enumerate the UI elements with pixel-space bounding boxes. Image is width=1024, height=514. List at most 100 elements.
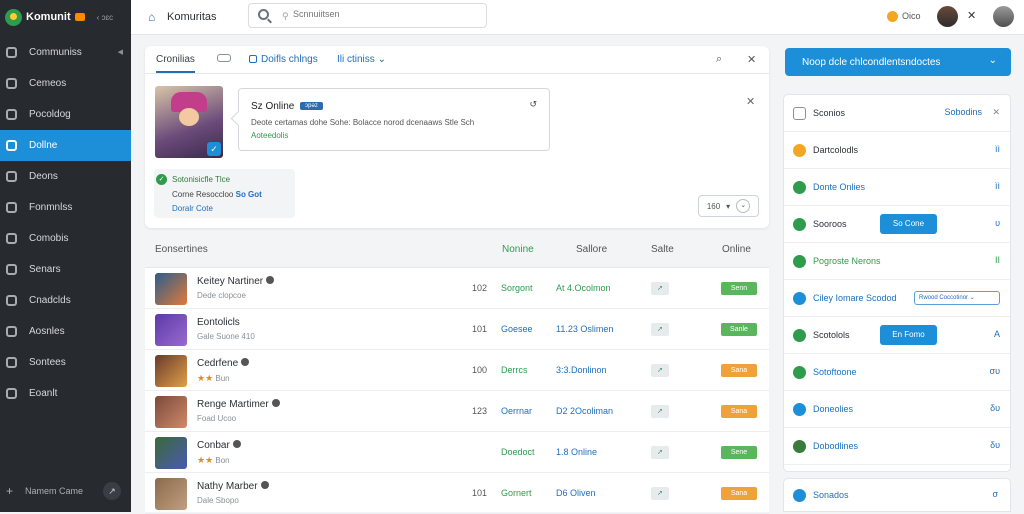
table-row[interactable]: Renge Martimer Foad Ucoo 123 Oerrnar D2 2Oco… [145,391,769,432]
right-row-action[interactable]: συ [990,366,1000,376]
avatar-secondary[interactable] [993,6,1014,27]
search-icon[interactable]: ⌕ [716,53,722,66]
member-name[interactable]: Conbar [197,440,241,451]
plus-icon[interactable]: + [6,484,13,498]
table-row[interactable]: Conbar ★★ Bon Doedoct 1.8 Online ➚ Sene [145,432,769,473]
status-pill[interactable]: Sana [721,405,757,418]
right-panel-row[interactable]: Sconios Sobodins ✕ [784,95,1010,132]
tab-chip[interactable] [217,54,231,65]
brand[interactable]: Komunit ‹ ɔɛc [0,0,131,34]
right-row-action[interactable]: ìì [995,181,1000,191]
coin-label[interactable]: Oico [902,11,921,21]
avatar[interactable] [155,273,187,305]
sidebar-item[interactable]: Comobis [0,223,131,254]
right-row-action[interactable]: ìì [995,144,1000,154]
avatar[interactable] [937,6,958,27]
sidebar-item[interactable]: Deons [0,161,131,192]
header-sallore[interactable]: Sallore [576,244,607,255]
sidebar-item[interactable]: Senars [0,254,131,285]
tab-communities[interactable]: Cronilias [156,54,195,73]
right-panel-row[interactable]: Sooroos So Cone υ [784,206,1010,243]
sidebar-item[interactable]: Pocoldog [0,99,131,130]
right-row-action[interactable]: A [994,329,1000,339]
sidebar-item[interactable]: Aosnles [0,316,131,347]
close-icon[interactable]: ✕ [746,95,755,108]
brand-name: Komunit [26,11,71,23]
header-salte[interactable]: Salte [651,244,674,255]
right-panel-row[interactable]: Scotolols En Fomo A [784,317,1010,354]
right-row-button[interactable]: So Cone [880,214,937,234]
table-row[interactable]: Keitey Nartiner Dede clopcoe 102 Sorgont At … [145,268,769,309]
close-icon[interactable]: ✕ [747,53,756,66]
search-bar[interactable]: ⚲ [248,3,487,28]
right-row-action[interactable]: σ [992,489,998,499]
sidebar-item[interactable]: Communiss ◀ [0,37,131,68]
sidebar-item[interactable]: Cemeos [0,68,131,99]
member-subtitle: Dale Sbopo [197,496,239,505]
arrow-icon[interactable]: ➚ [651,487,669,500]
right-row-action[interactable]: δυ [990,440,1000,450]
right-row-select[interactable]: Rwood Coccotinor ⌄ [914,291,1000,305]
right-panel-row[interactable]: Sotoftoone συ [784,354,1010,391]
right-panel-row[interactable]: Donte Onlies ìì [784,169,1010,206]
close-icon[interactable]: ✕ [992,107,1000,118]
table-row[interactable]: Cedrfene ★★ Bun 100 Derrcs 3:3.Donlinon ➚ Sana [145,350,769,391]
refresh-icon[interactable]: ↺ [529,99,537,110]
right-row-action[interactable]: υ [995,218,1000,228]
status-line-2-a: Corne Resoccloo [172,190,234,199]
collapse-icon[interactable]: ◀ [118,48,123,56]
right-row-link[interactable]: Sobodins [944,107,982,117]
arrow-icon[interactable]: ➚ [651,446,669,459]
status-pill[interactable]: Sana [721,487,757,500]
primary-action-button[interactable]: Noop dcle chlcondlentsndoctes ⌄ [785,48,1011,76]
sidebar-item[interactable]: Sontees [0,347,131,378]
settings-toggle-icon[interactable]: ↗ [103,482,121,500]
avatar[interactable] [155,355,187,387]
right-row-action[interactable]: II [995,255,1000,265]
right-row-button[interactable]: En Fomo [880,325,937,345]
sidebar-item[interactable]: Eoanlt [0,378,131,409]
member-name[interactable]: Cedrfene [197,358,250,369]
member-name[interactable]: Nathy Marber [197,481,269,492]
avatar[interactable] [155,314,187,346]
right-panel-row[interactable]: Ciley Iomare Scodod Rwood Coccotinor ⌄ [784,280,1010,317]
member-name[interactable]: Keitey Nartiner [197,276,275,287]
tab-details[interactable]: Doifls chlngs [249,54,318,65]
right-panel-row[interactable]: Dartcolodls ìì [784,132,1010,169]
status-line-2-link[interactable]: So Got [236,190,262,199]
home-icon[interactable]: ⌂ [148,10,155,24]
status-pill[interactable]: Sanle [721,323,757,336]
avatar[interactable] [155,396,187,428]
search-input[interactable] [293,9,473,19]
header-online[interactable]: Online [722,244,751,255]
sidebar-item[interactable]: Fonmnlss [0,192,131,223]
table-row[interactable]: Eontolicls Gale Suone 410 101 Goesee 11.23 O… [145,309,769,350]
arrow-icon[interactable]: ➚ [651,364,669,377]
status-pill[interactable]: Senn [721,282,757,295]
close-icon[interactable]: ✕ [967,9,976,22]
avatar[interactable] [155,478,187,510]
member-name[interactable]: Renge Martimer [197,399,280,410]
right-panel-row[interactable]: Doneolies δυ [784,391,1010,428]
header-nonine[interactable]: Nonine [502,244,534,255]
arrow-icon[interactable]: ➚ [651,405,669,418]
arrow-icon[interactable]: ➚ [651,323,669,336]
header-name[interactable]: Eonsertines [155,244,208,255]
avatar[interactable] [155,437,187,469]
status-line-3[interactable]: Doralr Cote [172,204,213,213]
arrow-icon[interactable]: ➚ [651,282,669,295]
tab-online[interactable]: Ili ctiniss ⌄ [337,54,386,65]
right-panel-footer-row[interactable]: Sonados σ [783,478,1011,512]
status-pill[interactable]: Sana [721,364,757,377]
right-row-action[interactable]: δυ [990,403,1000,413]
status-pill[interactable]: Sene [721,446,757,459]
popup-link[interactable]: Aoteedolis [251,131,288,140]
member-name[interactable]: Eontolicls [197,317,240,328]
sidebar-item[interactable]: Cnadclds [0,285,131,316]
brand-extra[interactable]: ‹ ɔɛc [97,13,114,22]
count-dropdown[interactable]: 160 ▾ ⌄ [698,195,759,217]
table-row[interactable]: Nathy Marber Dale Sbopo 101 Gornert D6 Olive… [145,473,769,514]
right-panel-row[interactable]: Pogroste Nerons II [784,243,1010,280]
sidebar-item[interactable]: Dollne [0,130,131,161]
right-panel-row[interactable]: Dobodlines δυ [784,428,1010,465]
